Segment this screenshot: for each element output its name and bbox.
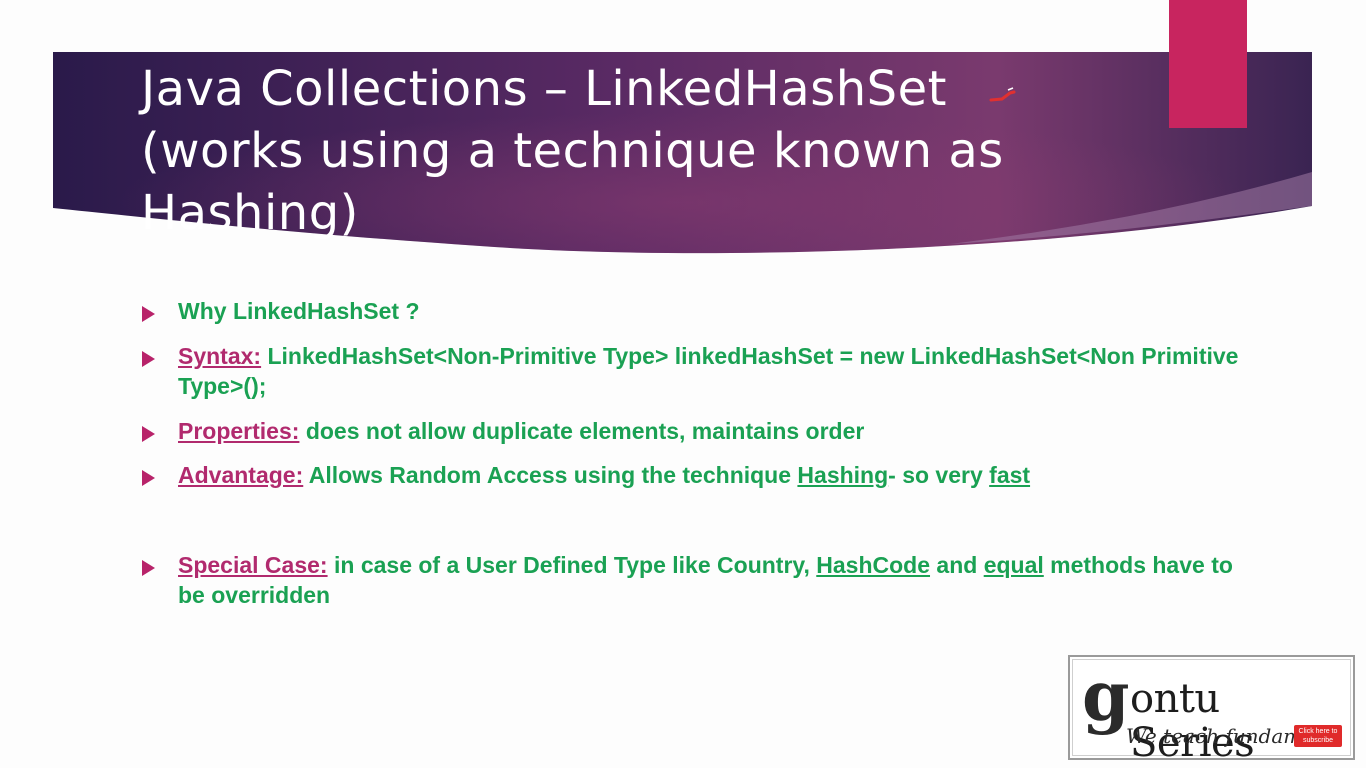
bullet-label: Properties: [178,418,300,444]
bullet-advantage: Advantage: Allows Random Access using th… [138,460,1258,490]
logo-name: ontu Series [1130,676,1255,766]
bullet-arrow-icon [142,306,155,322]
accent-tab [1169,0,1247,128]
slide-title: Java Collections – LinkedHashSet (works … [141,61,1004,241]
bullet-text: LinkedHashSet<Non-Primitive Type> linked… [178,343,1239,399]
bullet-label: Special Case: [178,552,328,578]
hashing-term: Hashing [797,462,889,488]
bullet-list: Why LinkedHashSet ? Syntax: LinkedHashSe… [138,292,1258,610]
bullet-why: Why LinkedHashSet ? [138,296,1258,326]
channel-logo[interactable]: g ontu Series We teach fundamen Click he… [1068,655,1355,765]
bullet-arrow-icon [142,426,155,442]
logo-g-mark: g [1082,657,1130,737]
bullet-text: in case of a User Defined Type like Coun… [327,552,817,578]
hashcode-term: HashCode [816,552,931,578]
bullet-special-case: Special Case: in case of a User Defined … [138,550,1258,610]
bullet-text: Why LinkedHashSet ? [178,298,420,324]
bullet-label: Syntax: [178,343,262,369]
bullet-label: Advantage: [178,462,304,488]
bullet-properties: Properties: does not allow duplicate ele… [138,416,1258,446]
bullet-text: and [930,552,984,578]
bullet-arrow-icon [142,470,155,486]
equal-term: equal [983,552,1044,578]
bullet-arrow-icon [142,560,155,576]
slide: Java Collections – LinkedHashSet (works … [0,0,1366,768]
bullet-text: Allows Random Access using the technique [303,462,798,488]
bullet-syntax: Syntax: LinkedHashSet<Non-Primitive Type… [138,341,1258,401]
bullet-text: - so very [888,462,990,488]
bullet-arrow-icon [142,351,155,367]
subscribe-button[interactable]: Click here to subscribe [1294,725,1342,747]
fast-term: fast [989,462,1031,488]
bullet-text: does not allow duplicate elements, maint… [299,418,865,444]
